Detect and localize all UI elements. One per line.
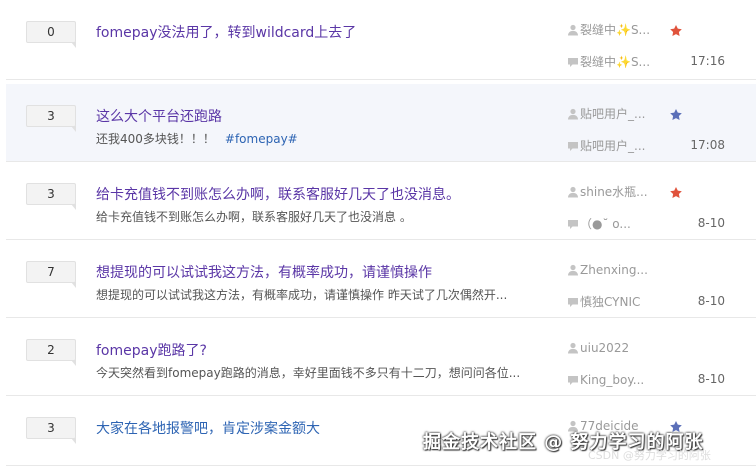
last-reply-user[interactable]: King_boy... [566,372,686,388]
reply-count-badge: 2 [26,339,76,366]
abstract-text: 还我400多块钱！！！ [96,132,215,146]
user-icon [566,185,580,199]
comment-icon [566,55,580,69]
reply-count-badge: 3 [26,105,76,132]
user-icon [566,341,580,355]
reply-count-badge: 7 [26,261,76,288]
author-name[interactable]: Zhenxing... [580,262,648,278]
last-reply-time: 17:16 [690,54,725,68]
thread-row: 2 fomepay跑路了? 今天突然看到fomepay跑路的消息，幸好里面钱不多只有… [6,318,756,396]
last-reply-time: 8-10 [697,372,725,386]
thread-author[interactable]: uiu2022 [566,340,686,356]
abstract-text: 想提现的可以试试我这方法，有概率成功，请谨慎操作 昨天试了几次偶然开... [96,288,508,302]
level-badge-icon [669,23,683,37]
abstract-text: 给卡充值钱不到账怎么办啊，联系客服好几天了也没消息 。 [96,210,412,224]
thread-title-link[interactable]: fomepay跑路了? [96,340,207,360]
abstract-text: 今天突然看到fomepay跑路的消息，幸好里面钱不多只有十二刀，想问问各位... [96,366,521,380]
thread-author[interactable]: Zhenxing... [566,262,686,278]
watermark-sub: CSDN @努力学习的阿张 [588,449,711,462]
thread-title-link[interactable]: 想提现的可以试试我这方法，有概率成功，请谨慎操作 [96,262,432,282]
comment-icon [566,217,580,231]
reply-count-badge: 0 [26,21,76,48]
thread-row: 3 给卡充值钱不到账怎么办啊，联系客服好几天了也没消息。给卡充值钱不到账怎么办啊，… [6,162,756,240]
comment-icon [566,373,580,387]
thread-author[interactable]: 贴吧用户_... [566,106,686,122]
comment-icon [566,295,580,309]
author-name[interactable]: 裂缝中✨S... [580,22,650,38]
author-name[interactable]: uiu2022 [580,340,629,356]
reply-count-badge: 3 [26,183,76,210]
level-badge-icon [669,107,683,121]
author-name[interactable]: 贴吧用户_... [580,106,645,122]
last-reply-name[interactable]: 贴吧用户_... [580,138,645,154]
thread-row: 3 这么大个平台还跑路还我400多块钱！！！ #fomepay# 贴吧用户_... 贴吧… [6,84,756,162]
last-reply-name[interactable]: 裂缝中✨S... [580,54,650,70]
thread-title-link[interactable]: 这么大个平台还跑路 [96,106,222,126]
thread-abstract: 想提现的可以试试我这方法，有概率成功，请谨慎操作 昨天试了几次偶然开... [96,286,507,303]
thread-abstract: 还我400多块钱！！！ #fomepay# [96,130,298,147]
comment-icon [566,139,580,153]
user-icon [566,263,580,277]
last-reply-user[interactable]: （●˘ o... [566,216,686,232]
thread-author[interactable]: 裂缝中✨S... [566,22,686,38]
thread-title-link[interactable]: fomepay没法用了，转到wildcard上去了 [96,22,356,42]
reply-count-badge: 3 [26,417,76,444]
topic-tag-link[interactable]: #fomepay# [225,132,298,146]
thread-abstract: 今天突然看到fomepay跑路的消息，幸好里面钱不多只有十二刀，想问问各位... [96,364,520,381]
user-icon [566,107,580,121]
level-badge-icon [669,185,683,199]
user-icon [566,23,580,37]
last-reply-user[interactable]: 慎独CYNIC [566,294,686,310]
thread-list: 0 fomepay没法用了，转到wildcard上去了 裂缝中✨S... 裂缝中✨S.… [6,0,756,466]
last-reply-user[interactable]: 贴吧用户_... [566,138,686,154]
thread-row: 7 想提现的可以试试我这方法，有概率成功，请谨慎操作想提现的可以试试我这方法，有概… [6,240,756,318]
last-reply-name[interactable]: King_boy... [580,372,644,388]
last-reply-name[interactable]: 慎独CYNIC [580,294,640,310]
last-reply-time: 17:08 [690,138,725,152]
last-reply-time: 8-10 [697,216,725,230]
last-reply-name[interactable]: （●˘ o... [580,216,631,232]
author-name[interactable]: shine水瓶... [580,184,648,200]
last-reply-time: 8-10 [697,294,725,308]
thread-author[interactable]: shine水瓶... [566,184,686,200]
thread-row: 0 fomepay没法用了，转到wildcard上去了 裂缝中✨S... 裂缝中✨S.… [6,0,756,80]
last-reply-user[interactable]: 裂缝中✨S... [566,54,686,70]
thread-abstract: 给卡充值钱不到账怎么办啊，联系客服好几天了也没消息 。 [96,208,412,225]
thread-title-link[interactable]: 给卡充值钱不到账怎么办啊，联系客服好几天了也没消息。 [96,184,460,204]
thread-title-link[interactable]: 大家在各地报警吧，肯定涉案金额大 [96,418,320,438]
